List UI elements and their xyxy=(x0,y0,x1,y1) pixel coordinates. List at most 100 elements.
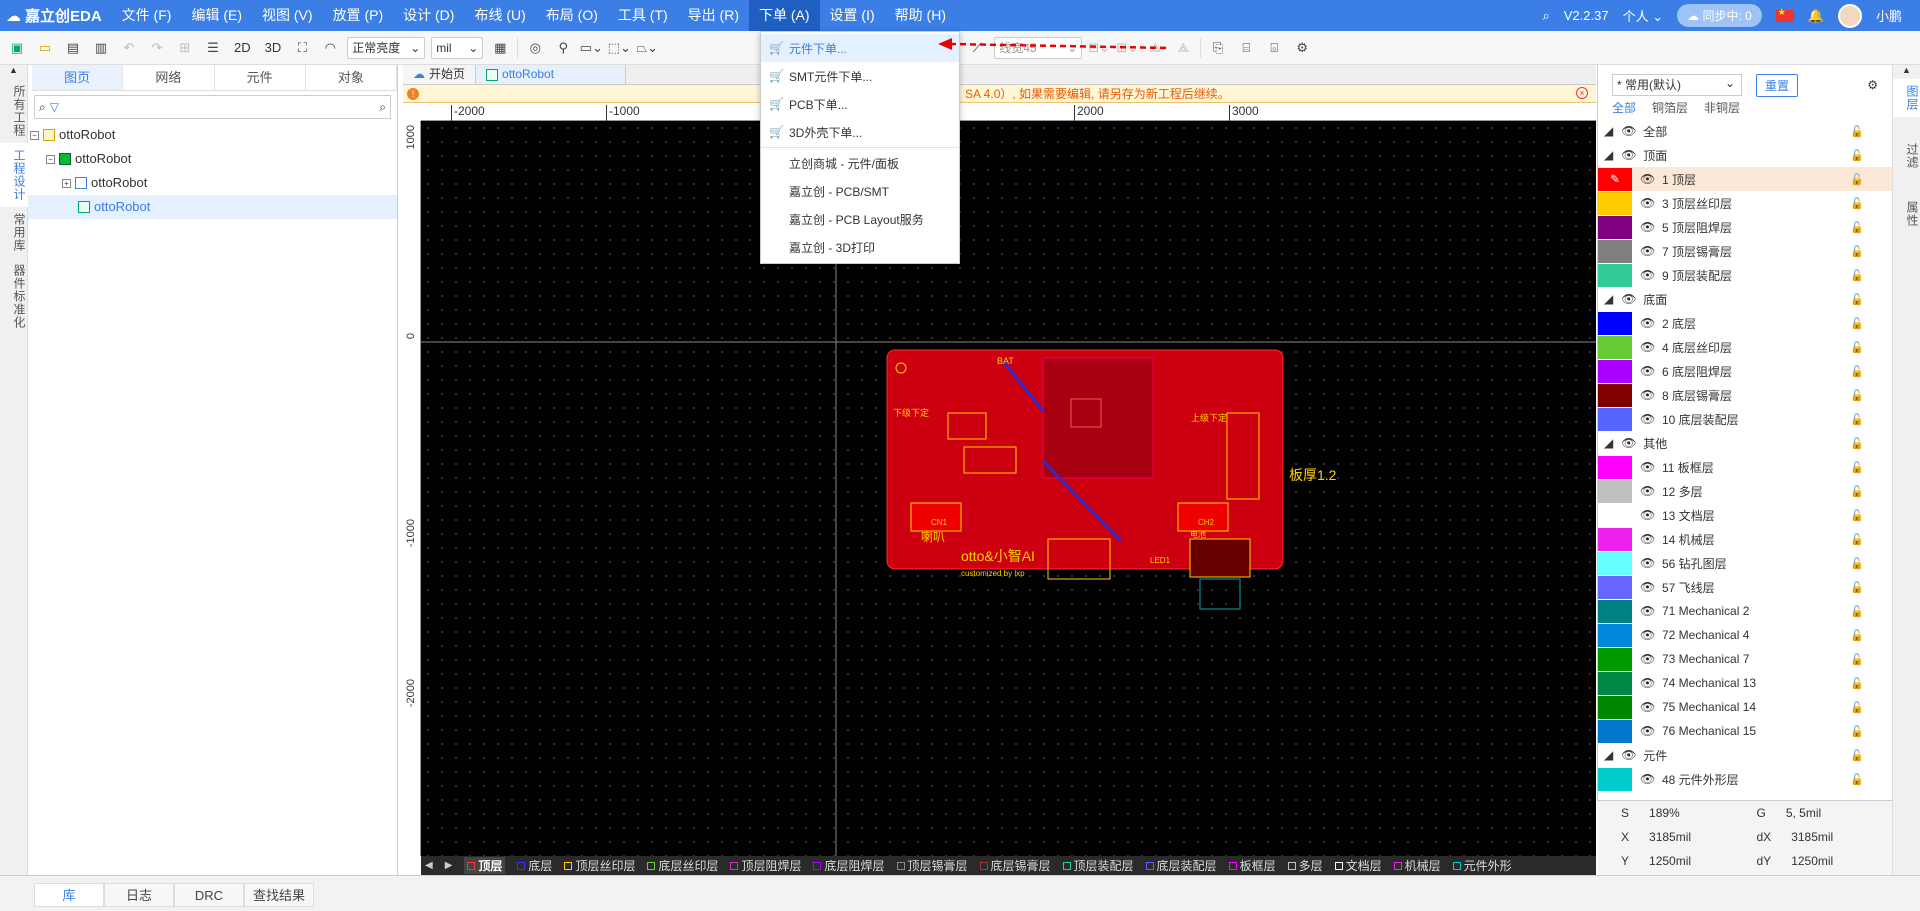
lock-icon[interactable]: 🔓 xyxy=(1850,509,1864,522)
tab-objects[interactable]: 对象 xyxy=(306,65,397,90)
layer-color-swatch[interactable] xyxy=(1598,647,1632,671)
lock-icon[interactable]: 🔓 xyxy=(1850,341,1864,354)
undo-icon[interactable]: ↶ xyxy=(118,37,140,59)
new-icon[interactable]: ▣ xyxy=(6,37,28,59)
dropdown-item[interactable]: 嘉立创 - PCB/SMT xyxy=(761,177,959,205)
layer-color-swatch[interactable] xyxy=(1598,551,1632,575)
lock-icon[interactable]: 🔓 xyxy=(1850,173,1864,186)
tab-start-page[interactable]: ☁ 开始页 xyxy=(403,65,477,84)
bottom-tab[interactable]: 查找结果 xyxy=(244,883,314,907)
layer-tab[interactable]: 顶层 xyxy=(464,857,506,874)
layer-row[interactable]: 👁 5 顶层阻焊层 🔓 xyxy=(1598,215,1892,239)
eye-icon[interactable]: 👁 xyxy=(1640,196,1656,210)
layer-color-swatch[interactable] xyxy=(1598,335,1632,359)
layer-tab[interactable]: 底层 xyxy=(517,857,552,874)
layer-row[interactable]: 👁 57 飞线层 🔓 xyxy=(1598,575,1892,599)
eye-icon[interactable]: 👁 xyxy=(1640,556,1656,570)
collapse-toggle-icon[interactable]: ◢ xyxy=(1604,748,1613,762)
vtab-properties[interactable]: 属性 xyxy=(1893,195,1920,233)
settings-icon[interactable]: ⚙ xyxy=(1291,37,1313,59)
layer-color-swatch[interactable] xyxy=(1598,719,1632,743)
lock-icon[interactable]: 🔓 xyxy=(1850,245,1864,258)
lock-icon[interactable]: 🔓 xyxy=(1850,461,1864,474)
lock-icon[interactable]: 🔓 xyxy=(1850,773,1864,786)
lock-icon[interactable]: 🔓 xyxy=(1850,413,1864,426)
tree-item-schematic[interactable]: + ottoRobot xyxy=(28,171,397,195)
eye-icon[interactable]: 👁 xyxy=(1640,652,1656,666)
eye-icon[interactable]: 👁 xyxy=(1640,700,1656,714)
collapse-toggle-icon[interactable]: ◢ xyxy=(1604,148,1613,162)
layer-row[interactable]: 👁 10 底层装配层 🔓 xyxy=(1598,407,1892,431)
camera-icon[interactable]: ⌸ xyxy=(1235,37,1257,59)
user-name[interactable]: 小鹏 xyxy=(1876,6,1902,25)
eye-icon[interactable]: 👁 xyxy=(1640,604,1656,618)
shape-icon[interactable]: ⏢⌄ xyxy=(636,37,658,59)
dropdown-item[interactable]: 🛒 PCB下单... xyxy=(761,90,959,118)
dropdown-item[interactable]: 嘉立创 - 3D打印 xyxy=(761,233,959,261)
lock-icon[interactable]: 🔓 xyxy=(1850,149,1864,162)
vtab-layers[interactable]: 图层 xyxy=(1893,79,1920,117)
search-icon[interactable]: ⌕ xyxy=(379,100,386,115)
brightness-icon[interactable]: ◠ xyxy=(319,37,341,59)
layer-row[interactable]: 👁 4 底层丝印层 🔓 xyxy=(1598,335,1892,359)
scroll-left-icon[interactable]: ◀ xyxy=(425,860,433,871)
layer-group-row[interactable]: ◢ 👁 底面 🔓 xyxy=(1598,287,1892,311)
layer-row[interactable]: 👁 72 Mechanical 4 🔓 xyxy=(1598,623,1892,647)
menu-10[interactable]: 设置 (I) xyxy=(820,0,885,31)
bottom-tab[interactable]: 日志 xyxy=(104,883,174,907)
bottom-tab[interactable]: 库 xyxy=(34,883,104,907)
menu-5[interactable]: 布线 (U) xyxy=(464,0,535,31)
layer-tab[interactable]: 底层阻焊层 xyxy=(813,857,885,874)
sync-status-badge[interactable]: ☁ 同步中: 0 xyxy=(1677,4,1762,27)
layer-row[interactable]: 👁 6 底层阻焊层 🔓 xyxy=(1598,359,1892,383)
menu-6[interactable]: 布局 (O) xyxy=(536,0,608,31)
menu-9[interactable]: 下单 (A) xyxy=(748,0,820,31)
pin-icon[interactable]: ⚲ xyxy=(552,37,574,59)
eye-icon[interactable]: 👁 xyxy=(1621,292,1637,306)
eye-icon[interactable]: 👁 xyxy=(1640,244,1656,258)
vtab-device-standard[interactable]: 器件标准化 xyxy=(0,258,28,335)
expand-toggle-icon[interactable]: + xyxy=(62,178,71,188)
filter-icon[interactable]: ▽ xyxy=(50,100,59,114)
lock-icon[interactable]: 🔓 xyxy=(1850,437,1864,450)
lock-icon[interactable]: 🔓 xyxy=(1850,557,1864,570)
layer-color-swatch[interactable] xyxy=(1598,263,1632,287)
collapse-toggle-icon[interactable]: − xyxy=(30,130,39,140)
eye-icon[interactable]: 👁 xyxy=(1640,628,1656,642)
tree-item-pcb[interactable]: ottoRobot xyxy=(28,195,397,219)
lock-icon[interactable]: 🔓 xyxy=(1850,293,1864,306)
eye-icon[interactable]: 👁 xyxy=(1640,508,1656,522)
close-icon[interactable]: × xyxy=(1576,87,1588,99)
layer-row[interactable]: 👁 8 底层锡膏层 🔓 xyxy=(1598,383,1892,407)
save-as-icon[interactable]: ▥ xyxy=(90,37,112,59)
layer-color-swatch[interactable] xyxy=(1598,623,1632,647)
search-icon[interactable]: ⌕ xyxy=(1542,8,1549,24)
tab-pages[interactable]: 图页 xyxy=(32,65,124,90)
layer-row[interactable]: 👁 76 Mechanical 15 🔓 xyxy=(1598,719,1892,743)
eye-icon[interactable]: 👁 xyxy=(1640,676,1656,690)
layer-tab[interactable]: 底层装配层 xyxy=(1145,857,1217,874)
eye-icon[interactable]: 👁 xyxy=(1621,748,1637,762)
layer-color-swatch[interactable] xyxy=(1598,599,1632,623)
layer-group-row[interactable]: ◢ 👁 其他 🔓 xyxy=(1598,431,1892,455)
layer-color-swatch[interactable] xyxy=(1598,359,1632,383)
layer-color-swatch[interactable] xyxy=(1598,407,1632,431)
language-flag-icon[interactable] xyxy=(1775,7,1794,22)
layer-group-row[interactable]: ◢ 👁 元件 🔓 xyxy=(1598,743,1892,767)
menu-11[interactable]: 帮助 (H) xyxy=(885,0,956,31)
vtab-all-projects[interactable]: 所有工程 xyxy=(0,79,28,143)
mirror-icon[interactable]: ⟁ xyxy=(1172,37,1194,59)
layer-tab[interactable]: 顶层阻焊层 xyxy=(730,857,801,874)
layer-row[interactable]: 👁 56 钻孔图层 🔓 xyxy=(1598,551,1892,575)
eye-icon[interactable]: 👁 xyxy=(1640,220,1656,234)
eye-icon[interactable]: 👁 xyxy=(1640,580,1656,594)
layer-preset-select[interactable]: * 常用(默认) xyxy=(1612,73,1742,96)
layer-row[interactable]: 👁 11 板框层 🔓 xyxy=(1598,455,1892,479)
layer-row[interactable]: 👁 14 机械层 🔓 xyxy=(1598,527,1892,551)
collapse-icon[interactable]: ▲ xyxy=(1893,65,1920,79)
filter-copper[interactable]: 铜箔层 xyxy=(1652,97,1688,119)
eye-icon[interactable]: 👁 xyxy=(1640,772,1656,786)
pcb-canvas[interactable]: otto&小智AI customized by lxp 喇叭 BAT 下级下定 … xyxy=(421,121,1596,856)
lock-icon[interactable]: 🔓 xyxy=(1850,365,1864,378)
layer-settings-icon[interactable]: ⚙ xyxy=(1867,78,1878,92)
